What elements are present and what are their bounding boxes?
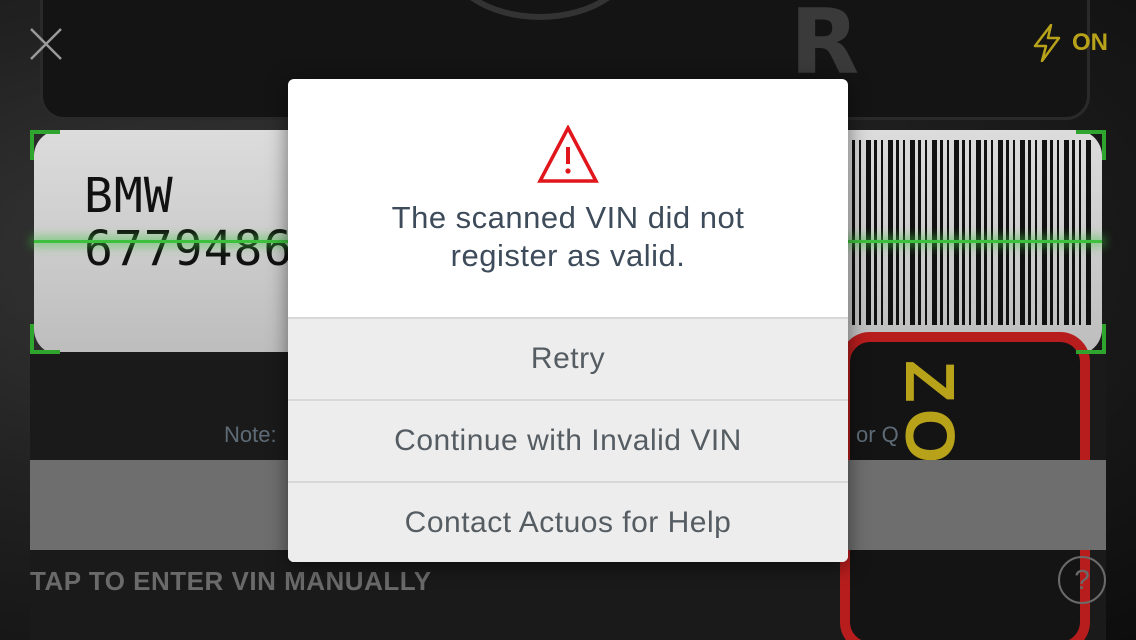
retry-button[interactable]: Retry	[288, 317, 848, 399]
help-button[interactable]: ?	[1058, 556, 1106, 604]
scan-frame-corner	[30, 324, 60, 354]
note-left: Note:	[224, 422, 277, 447]
manual-entry-link[interactable]: TAP TO ENTER VIN MANUALLY	[30, 566, 432, 597]
close-icon	[30, 28, 62, 60]
sticker-number: 6779486	[84, 220, 294, 277]
scan-frame-corner	[1076, 324, 1106, 354]
invalid-vin-dialog: The scanned VIN did not register as vali…	[288, 79, 848, 562]
close-button[interactable]	[28, 26, 64, 62]
dialog-message: The scanned VIN did not register as vali…	[391, 200, 745, 273]
note-right: or Q	[856, 422, 899, 447]
dialog-header: The scanned VIN did not register as vali…	[288, 79, 848, 317]
sticker-text: BMW 6779486	[84, 170, 293, 276]
barcode	[852, 140, 1092, 325]
flash-label: ON	[1072, 29, 1108, 56]
help-icon: ?	[1074, 564, 1090, 595]
warning-icon	[537, 125, 599, 183]
scan-frame-corner	[30, 130, 60, 160]
scan-frame-corner	[1076, 130, 1106, 160]
flash-toggle[interactable]: ON	[1032, 24, 1108, 62]
sticker-brand: BMW	[84, 168, 174, 224]
lightning-icon	[1033, 24, 1061, 62]
contact-help-button[interactable]: Contact Actuos for Help	[288, 481, 848, 562]
continue-invalid-vin-button[interactable]: Continue with Invalid VIN	[288, 399, 848, 481]
